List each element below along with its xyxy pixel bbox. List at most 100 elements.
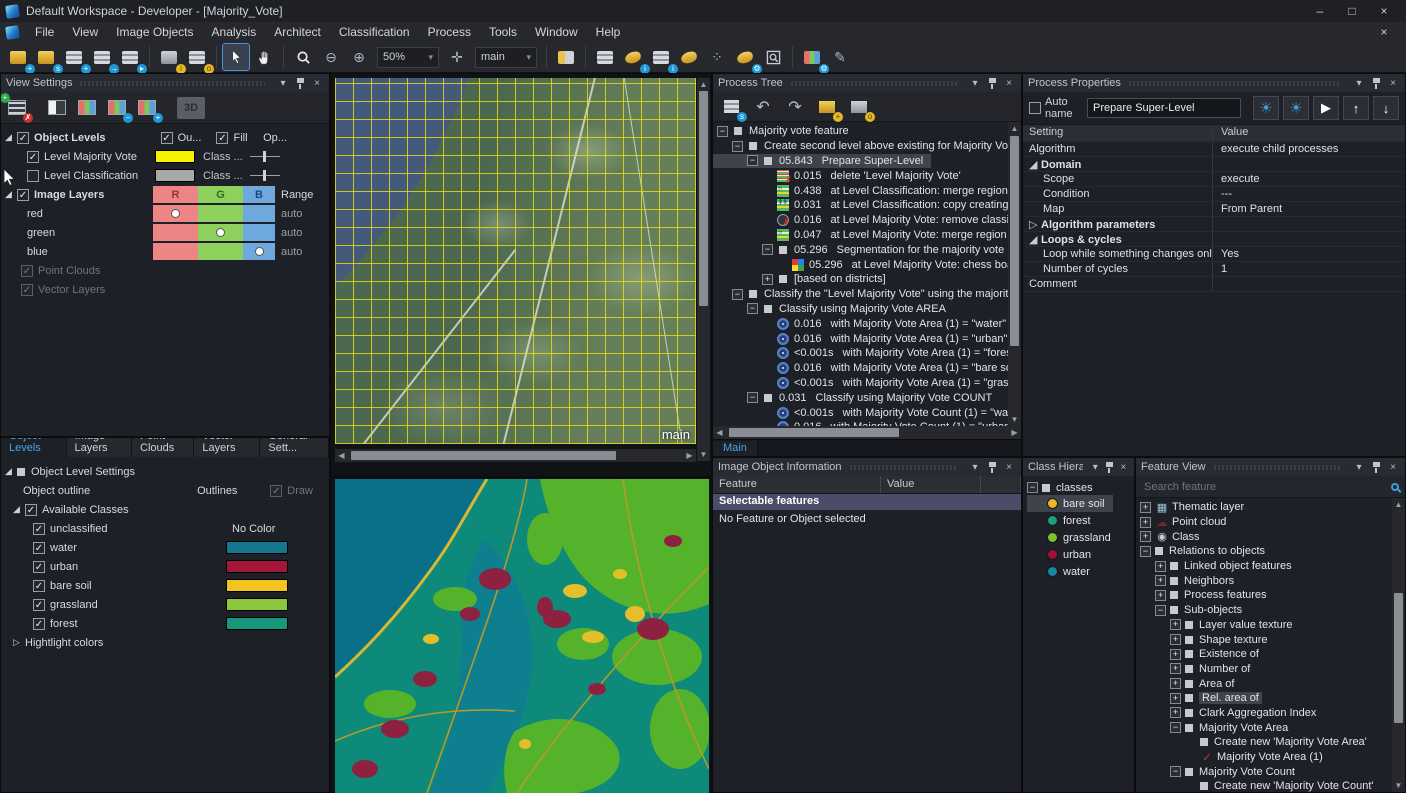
- chevron-down-icon[interactable]: ▾: [276, 76, 290, 90]
- pin-icon[interactable]: [293, 76, 307, 90]
- satellite-map-with-grid[interactable]: main: [335, 78, 696, 444]
- checked-checkbox[interactable]: ✓: [25, 504, 37, 516]
- process-settings-icon[interactable]: s: [719, 96, 743, 118]
- property-row[interactable]: Scopeexecute: [1023, 172, 1405, 187]
- map-view-classification[interactable]: [330, 477, 712, 793]
- unchecked-checkbox[interactable]: ✓: [270, 485, 282, 497]
- range-value[interactable]: auto: [275, 246, 319, 258]
- outline-color-cell[interactable]: [153, 167, 197, 184]
- zoom-preview-icon[interactable]: [760, 44, 786, 70]
- expand-icon[interactable]: +: [1155, 590, 1166, 601]
- 3d-view-button[interactable]: 3D: [177, 97, 205, 119]
- level-row[interactable]: ✓Level Majority VoteClass ...: [5, 147, 329, 166]
- b-cell[interactable]: [243, 205, 275, 222]
- expand-icon[interactable]: +: [1140, 502, 1151, 513]
- rgb-layer-view-icon[interactable]: [75, 97, 99, 119]
- select-cursor-icon[interactable]: [223, 44, 249, 70]
- close-icon[interactable]: ×: [310, 76, 324, 90]
- collapse-icon[interactable]: −: [1155, 605, 1166, 616]
- classification-view-glasses-icon[interactable]: [676, 44, 702, 70]
- class-color-swatch[interactable]: [226, 617, 288, 630]
- column-value[interactable]: Value: [1213, 125, 1405, 141]
- process-row[interactable]: 0.016at Level Majority Vote: remove clas…: [713, 213, 1008, 228]
- feature-item[interactable]: +☁Point cloud: [1138, 515, 1392, 530]
- auto-settings-button[interactable]: ☀: [1283, 96, 1309, 120]
- edit-level-list-icon[interactable]: +✗: [5, 97, 29, 119]
- class-row[interactable]: ✓forest: [5, 614, 329, 633]
- process-row[interactable]: −05.296Segmentation for the majority vot…: [713, 242, 1008, 257]
- class-item[interactable]: water: [1027, 563, 1134, 580]
- move-down-button[interactable]: ↓: [1373, 96, 1399, 120]
- process-row[interactable]: 0.031at Level Classification: copy creat…: [713, 198, 1008, 213]
- process-row[interactable]: −05.843Prepare Super-Level: [713, 154, 931, 169]
- process-row[interactable]: 05.296at Level Majority Vote: chess boar: [713, 257, 1008, 272]
- selectable-features-row[interactable]: Selectable features: [713, 494, 1021, 510]
- feature-item[interactable]: +▦Thematic layer: [1138, 500, 1392, 515]
- checked-checkbox[interactable]: ✓: [216, 132, 228, 144]
- class-color-swatch[interactable]: [226, 560, 288, 573]
- object-links-icon[interactable]: ⁘: [704, 44, 730, 70]
- class-item[interactable]: forest: [1027, 512, 1134, 529]
- opacity-slider[interactable]: [248, 150, 282, 163]
- open-map-view-icon[interactable]: ▸: [117, 44, 143, 70]
- process-tree-hscroll[interactable]: ◀ ▶: [713, 426, 1021, 439]
- range-value[interactable]: auto: [275, 208, 319, 220]
- expand-icon[interactable]: +: [1140, 517, 1151, 528]
- process-row[interactable]: −Create second level above existing for …: [713, 139, 1008, 154]
- create-project-icon[interactable]: +: [5, 44, 31, 70]
- expand-icon[interactable]: +: [1155, 561, 1166, 572]
- expanded-arrow-icon[interactable]: ◢: [1029, 158, 1041, 171]
- channel-radio[interactable]: [171, 209, 180, 218]
- channel-radio[interactable]: [255, 247, 264, 256]
- feature-item[interactable]: −Sub-objects: [1138, 603, 1392, 618]
- class-row[interactable]: ✓water: [5, 538, 329, 557]
- feature-item[interactable]: +Process features: [1138, 588, 1392, 603]
- collapsed-arrow-icon[interactable]: ▷: [13, 637, 25, 648]
- level-row[interactable]: ✓Level ClassificationClass ...: [5, 166, 329, 185]
- map-view-main[interactable]: main ▲ ▼ ◀ ▶: [330, 73, 712, 477]
- feature-item[interactable]: −Majority Vote Count: [1138, 764, 1392, 779]
- menu-tools[interactable]: Tools: [480, 23, 526, 41]
- collapse-icon[interactable]: −: [1140, 546, 1151, 557]
- property-row[interactable]: Comment: [1023, 277, 1405, 292]
- window-split-view-icon[interactable]: [553, 44, 579, 70]
- b-cell[interactable]: [243, 243, 275, 260]
- feature-grid-icon[interactable]: ⚙: [799, 44, 825, 70]
- execute-process-button[interactable]: ▶: [1313, 96, 1339, 120]
- chevron-down-icon[interactable]: ▾: [968, 76, 982, 90]
- checked-checkbox[interactable]: ✓: [21, 265, 33, 277]
- checked-checkbox[interactable]: ✓: [33, 599, 45, 611]
- g-cell[interactable]: [198, 224, 243, 241]
- class-row[interactable]: ✓unclassifiedNo Color: [5, 519, 329, 538]
- process-snippets-icon[interactable]: o: [847, 96, 871, 118]
- classes-root-row[interactable]: −classes: [1027, 480, 1134, 495]
- feature-item[interactable]: +Area of: [1138, 676, 1392, 691]
- channel-radio[interactable]: [216, 228, 225, 237]
- checked-checkbox[interactable]: ✓: [17, 189, 29, 201]
- class-color-swatch[interactable]: [226, 541, 288, 554]
- process-row[interactable]: −Classify the "Level Majority Vote" usin…: [713, 287, 1008, 302]
- menu-help[interactable]: Help: [587, 23, 630, 41]
- expanded-arrow-icon[interactable]: ◢: [5, 132, 17, 143]
- process-row[interactable]: −0.031Classify using Majority Vote COUNT: [713, 390, 1008, 405]
- property-group-row[interactable]: ▷Algorithm parameters: [1023, 217, 1405, 232]
- feature-item[interactable]: +Neighbors: [1138, 573, 1392, 588]
- checked-checkbox[interactable]: ✓: [17, 132, 29, 144]
- class-color-swatch[interactable]: [226, 598, 288, 611]
- feature-item[interactable]: −Majority Vote Area: [1138, 720, 1392, 735]
- class-item[interactable]: grassland: [1027, 529, 1134, 546]
- collapse-icon[interactable]: −: [732, 141, 743, 152]
- feature-item[interactable]: ✓Majority Vote Area (1): [1138, 750, 1392, 765]
- outline-color-cell[interactable]: [153, 148, 197, 165]
- checked-checkbox[interactable]: ✓: [21, 284, 33, 296]
- search-input[interactable]: [1142, 480, 1391, 494]
- process-row[interactable]: 0.016with Majority Vote Area (1) = "wate…: [713, 316, 1008, 331]
- process-row[interactable]: 0.438at Level Classification: merge regi…: [713, 183, 1008, 198]
- checked-checkbox[interactable]: ✓: [33, 580, 45, 592]
- feature-item[interactable]: Create new 'Majority Vote Count': [1138, 779, 1392, 792]
- zoom-level-select[interactable]: 50%▾: [377, 47, 439, 68]
- collapse-icon[interactable]: −: [747, 155, 758, 166]
- collapse-icon[interactable]: −: [717, 126, 728, 137]
- process-row[interactable]: −Majority vote feature: [713, 124, 1008, 139]
- zoom-in-icon[interactable]: ⊕: [346, 44, 372, 70]
